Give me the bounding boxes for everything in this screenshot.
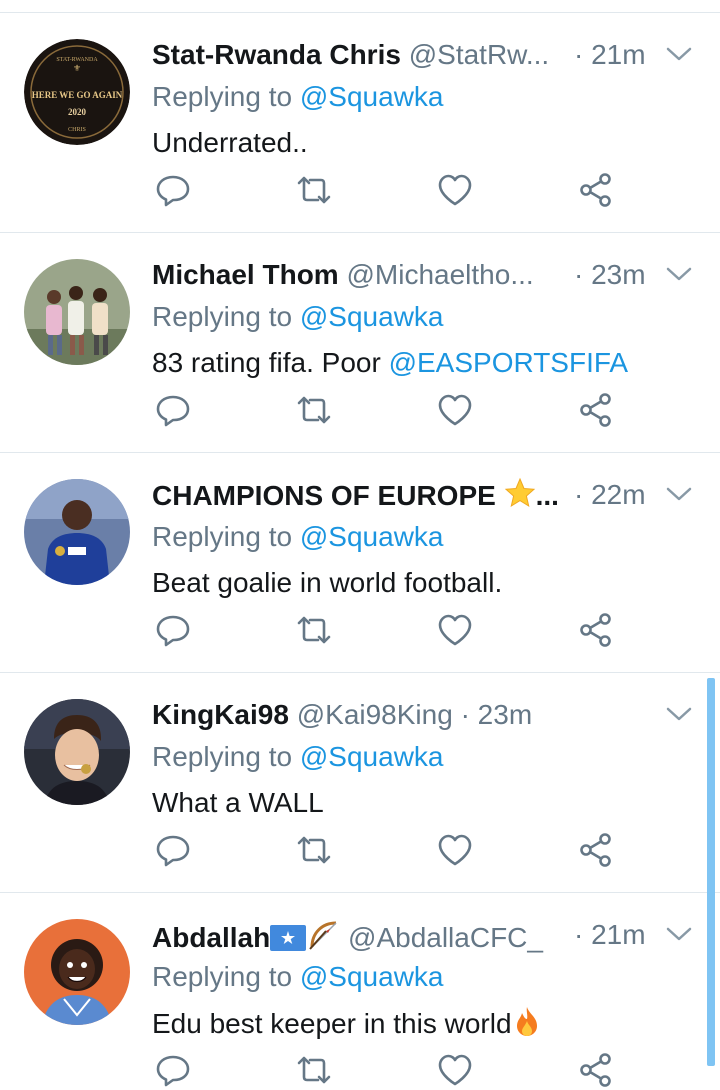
replying-label: Replying to [152, 81, 293, 112]
star-emoji-icon [504, 477, 536, 513]
reply-icon[interactable] [153, 610, 193, 650]
somalia-flag-emoji-icon [270, 924, 307, 953]
tweet[interactable]: Michael Thom @Michaeltho... · 23m Replyi… [0, 233, 720, 453]
replying-to: Replying to @Squawka [152, 959, 443, 995]
replying-label: Replying to [152, 521, 293, 552]
replying-to: Replying to @Squawka [152, 299, 443, 335]
tweet-text: 83 rating fifa. Poor @EASPORTSFIFA [152, 345, 628, 381]
heart-icon[interactable] [435, 170, 475, 210]
reply-icon[interactable] [153, 830, 193, 870]
tweet[interactable]: STAT-RWANDA ⚜ HERE WE GO AGAIN 2020 CHRI… [0, 13, 720, 233]
fire-emoji-icon [512, 1005, 542, 1046]
tweet-header: Michael Thom @Michaeltho... [152, 257, 622, 293]
reply-mention-link[interactable]: @Squawka [300, 301, 444, 332]
tweet[interactable]: CHAMPIONS OF EUROPE ... · 22m Replying t… [0, 453, 720, 673]
display-name[interactable]: KingKai98 [152, 699, 289, 730]
reply-icon[interactable] [153, 170, 193, 210]
chevron-down-icon[interactable] [664, 703, 694, 725]
retweet-icon[interactable] [294, 1050, 334, 1090]
tweet-header: CHAMPIONS OF EUROPE ... [152, 477, 622, 513]
user-handle[interactable]: @AbdallaCFC_ [348, 922, 543, 953]
share-icon[interactable] [576, 830, 616, 870]
user-handle[interactable]: @Michaeltho... [346, 259, 533, 290]
tweet-header: KingKai98 @Kai98King · 23m [152, 697, 622, 733]
avatar[interactable]: STAT-RWANDA ⚜ HERE WE GO AGAIN 2020 CHRI… [24, 39, 130, 145]
replying-label: Replying to [152, 961, 293, 992]
tweet-text: Edu best keeper in this world [152, 1005, 542, 1046]
bow-and-arrow-emoji-icon [306, 917, 340, 953]
tweet-text: Beat goalie in world football. [152, 567, 503, 598]
retweet-icon[interactable] [294, 390, 334, 430]
tweet-text-body: Edu best keeper in this world [152, 1008, 512, 1039]
chevron-down-icon[interactable] [664, 263, 694, 285]
chevron-down-icon[interactable] [664, 43, 694, 65]
avatar[interactable] [24, 919, 130, 1025]
user-handle[interactable]: @StatRw... [409, 39, 549, 70]
replying-to: Replying to @Squawka [152, 739, 443, 775]
display-name[interactable]: Stat-Rwanda Chris [152, 39, 401, 70]
timestamp[interactable]: · 23m [574, 257, 646, 293]
tweet-text: Underrated.. [152, 127, 308, 158]
avatar[interactable] [24, 699, 130, 805]
timestamp[interactable]: · 22m [574, 477, 646, 513]
tweet-header: Stat-Rwanda Chris @StatRw... [152, 37, 622, 73]
avatar[interactable] [24, 479, 130, 585]
mention-link[interactable]: @EASPORTSFIFA [389, 347, 629, 378]
tweet-text-body: 83 rating fifa. Poor [152, 347, 389, 378]
avatar-text-year: 2020 [68, 107, 87, 117]
avatar[interactable] [24, 259, 130, 365]
heart-icon[interactable] [435, 610, 475, 650]
replying-to: Replying to @Squawka [152, 79, 443, 115]
share-icon[interactable] [576, 170, 616, 210]
tweet-text: What a WALL [152, 787, 324, 818]
chevron-down-icon[interactable] [664, 923, 694, 945]
share-icon[interactable] [576, 610, 616, 650]
retweet-icon[interactable] [294, 170, 334, 210]
replying-to: Replying to @Squawka [152, 519, 443, 555]
display-name[interactable]: Michael Thom [152, 259, 339, 290]
display-name[interactable]: CHAMPIONS OF EUROPE [152, 480, 496, 511]
reply-mention-link[interactable]: @Squawka [300, 81, 444, 112]
reply-mention-link[interactable]: @Squawka [300, 521, 444, 552]
replying-label: Replying to [152, 301, 293, 332]
avatar-text-middle: HERE WE GO AGAIN [32, 90, 123, 100]
svg-text:⚜: ⚜ [73, 63, 81, 73]
tweet[interactable]: Abdallah @AbdallaCFC_ · 21m Replying to … [0, 893, 720, 1087]
thread-indicator-bar [707, 678, 715, 1066]
chevron-down-icon[interactable] [664, 483, 694, 505]
retweet-icon[interactable] [294, 610, 334, 650]
display-name-ellipsis: ... [535, 480, 559, 511]
replying-label: Replying to [152, 741, 293, 772]
tweet[interactable]: KingKai98 @Kai98King · 23m Replying to @… [0, 673, 720, 893]
reply-mention-link[interactable]: @Squawka [300, 741, 444, 772]
retweet-icon[interactable] [294, 830, 334, 870]
reply-icon[interactable] [153, 390, 193, 430]
timestamp[interactable]: · 21m [574, 917, 646, 953]
heart-icon[interactable] [435, 1050, 475, 1090]
timestamp[interactable]: · 21m [574, 37, 646, 73]
avatar-text-bottom: CHRIS [68, 127, 86, 133]
reply-icon[interactable] [153, 1050, 193, 1090]
tweet-header: Abdallah @AbdallaCFC_ [152, 917, 622, 953]
user-handle-and-time[interactable]: @Kai98King · 23m [297, 699, 532, 730]
share-icon[interactable] [576, 390, 616, 430]
share-icon[interactable] [576, 1050, 616, 1090]
reply-mention-link[interactable]: @Squawka [300, 961, 444, 992]
heart-icon[interactable] [435, 830, 475, 870]
display-name[interactable]: Abdallah [152, 922, 270, 953]
heart-icon[interactable] [435, 390, 475, 430]
